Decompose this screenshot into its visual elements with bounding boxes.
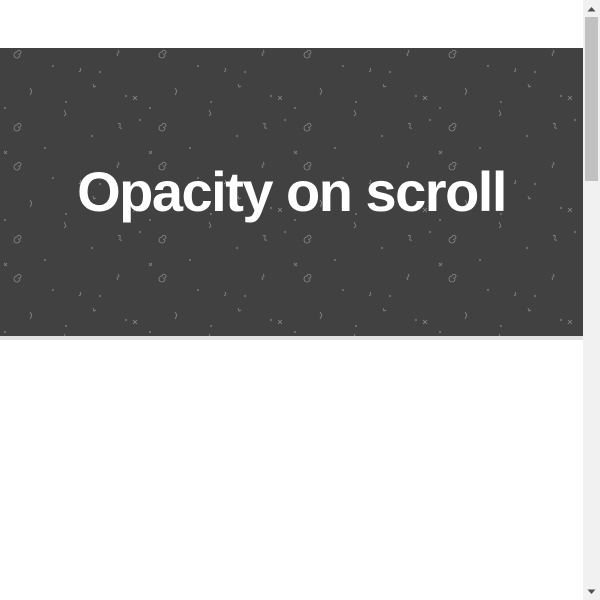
hero-title: Opacity on scroll bbox=[77, 160, 507, 223]
hero-divider bbox=[0, 336, 583, 340]
hero-banner: Opacity on scroll bbox=[0, 48, 583, 336]
scroll-up-button[interactable] bbox=[583, 0, 600, 17]
vertical-scrollbar[interactable] bbox=[583, 0, 600, 600]
triangle-down-icon bbox=[587, 589, 596, 594]
page-viewport: Opacity on scroll bbox=[0, 0, 583, 600]
scroll-down-button[interactable] bbox=[583, 583, 600, 600]
triangle-up-icon bbox=[587, 6, 596, 11]
scrollbar-thumb[interactable] bbox=[585, 17, 598, 181]
